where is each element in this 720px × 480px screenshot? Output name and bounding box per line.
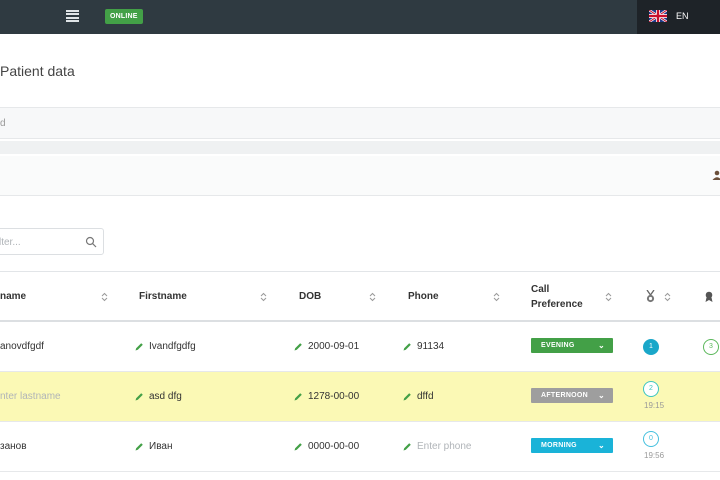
top-navbar: ONLINE EN: [0, 0, 720, 34]
lastname-cell[interactable]: anovdfgdf: [0, 322, 44, 371]
sort-icon[interactable]: [369, 292, 376, 302]
phone-value: 91134: [417, 341, 445, 352]
menu-icon[interactable]: [66, 10, 79, 22]
column-call-preference[interactable]: Call Preference: [531, 272, 591, 321]
firstname-value: Ivandfgdfg: [149, 341, 196, 352]
pencil-icon: [135, 342, 143, 350]
firstname-cell[interactable]: Иван: [135, 422, 172, 471]
toolbar-bar: [0, 156, 720, 196]
lastname-cell[interactable]: nter lastname: [0, 372, 61, 421]
sort-icon[interactable]: [493, 292, 500, 302]
table-header: name Firstname DOB Phone Call Preference: [0, 271, 720, 322]
pencil-icon: [403, 392, 411, 400]
dob-cell[interactable]: 1278-00-00: [294, 372, 359, 421]
uk-flag-icon: [649, 10, 667, 22]
phone-cell[interactable]: dffd: [403, 372, 434, 421]
filter-box: [0, 228, 104, 255]
phone-value: dffd: [417, 391, 434, 402]
pencil-icon: [294, 442, 302, 450]
sort-icon[interactable]: [664, 292, 671, 302]
breadcrumb-bar: d: [0, 107, 720, 139]
award-badge[interactable]: 3: [703, 339, 719, 355]
column-firstname[interactable]: Firstname: [139, 272, 187, 321]
breadcrumb-text: d: [0, 118, 6, 129]
language-selector[interactable]: EN: [637, 0, 720, 34]
column-lastname[interactable]: name: [0, 272, 26, 321]
timestamp: 19:56: [644, 451, 665, 460]
column-dob[interactable]: DOB: [299, 272, 321, 321]
pencil-icon: [135, 442, 143, 450]
call-preference-value: EVENING: [541, 342, 575, 349]
table-row[interactable]: занов Иван 0000-00-00 Enter phone MORNIN…: [0, 422, 720, 472]
phone-cell[interactable]: Enter phone: [403, 422, 472, 471]
table-row[interactable]: nter lastname asd dfg 1278-00-00 dffd AF…: [0, 372, 720, 422]
patients-table: name Firstname DOB Phone Call Preference…: [0, 271, 720, 472]
table-row[interactable]: anovdfgdf Ivandfgdfg 2000-09-01 91134 EV…: [0, 322, 720, 372]
medal-icon[interactable]: [645, 290, 656, 303]
dob-value: 1278-00-00: [308, 391, 360, 402]
pencil-icon: [403, 442, 411, 450]
count-badge[interactable]: 2: [643, 381, 659, 397]
filter-input[interactable]: [0, 233, 79, 251]
lastname-cell[interactable]: занов: [0, 422, 27, 471]
count-badge[interactable]: 0: [643, 431, 659, 447]
language-label: EN: [676, 11, 689, 21]
award-icon[interactable]: [704, 291, 714, 302]
call-preference-value: MORNING: [541, 442, 577, 449]
online-status-badge: ONLINE: [105, 9, 143, 24]
call-preference-value: AFTERNOON: [541, 392, 589, 399]
count-badge[interactable]: 1: [643, 339, 659, 355]
firstname-cell[interactable]: Ivandfgdfg: [135, 322, 196, 371]
sort-icon[interactable]: [260, 292, 267, 302]
pencil-icon: [403, 342, 411, 350]
call-preference-select[interactable]: EVENING ⌄: [531, 338, 613, 353]
phone-cell[interactable]: 91134: [403, 322, 444, 371]
dob-cell[interactable]: 0000-00-00: [294, 422, 359, 471]
call-preference-select[interactable]: MORNING ⌄: [531, 438, 613, 453]
dob-value: 2000-09-01: [308, 341, 360, 352]
divider-bar: [0, 141, 720, 154]
chevron-down-icon: ⌄: [597, 391, 605, 400]
pencil-icon: [294, 392, 302, 400]
timestamp: 19:15: [644, 401, 665, 410]
firstname-value: Иван: [149, 441, 173, 452]
chevron-down-icon: ⌄: [597, 441, 605, 450]
phone-value: Enter phone: [417, 441, 472, 452]
sort-icon[interactable]: [605, 292, 612, 302]
pencil-icon: [294, 342, 302, 350]
sort-icon[interactable]: [101, 292, 108, 302]
pencil-icon: [135, 392, 143, 400]
dob-cell[interactable]: 2000-09-01: [294, 322, 359, 371]
firstname-cell[interactable]: asd dfg: [135, 372, 182, 421]
search-icon[interactable]: [85, 236, 97, 248]
column-phone[interactable]: Phone: [408, 272, 439, 321]
call-preference-select[interactable]: AFTERNOON ⌄: [531, 388, 613, 403]
page-title: Patient data: [0, 63, 75, 79]
user-icon[interactable]: [712, 170, 720, 180]
firstname-value: asd dfg: [149, 391, 182, 402]
chevron-down-icon: ⌄: [597, 341, 605, 350]
dob-value: 0000-00-00: [308, 441, 360, 452]
